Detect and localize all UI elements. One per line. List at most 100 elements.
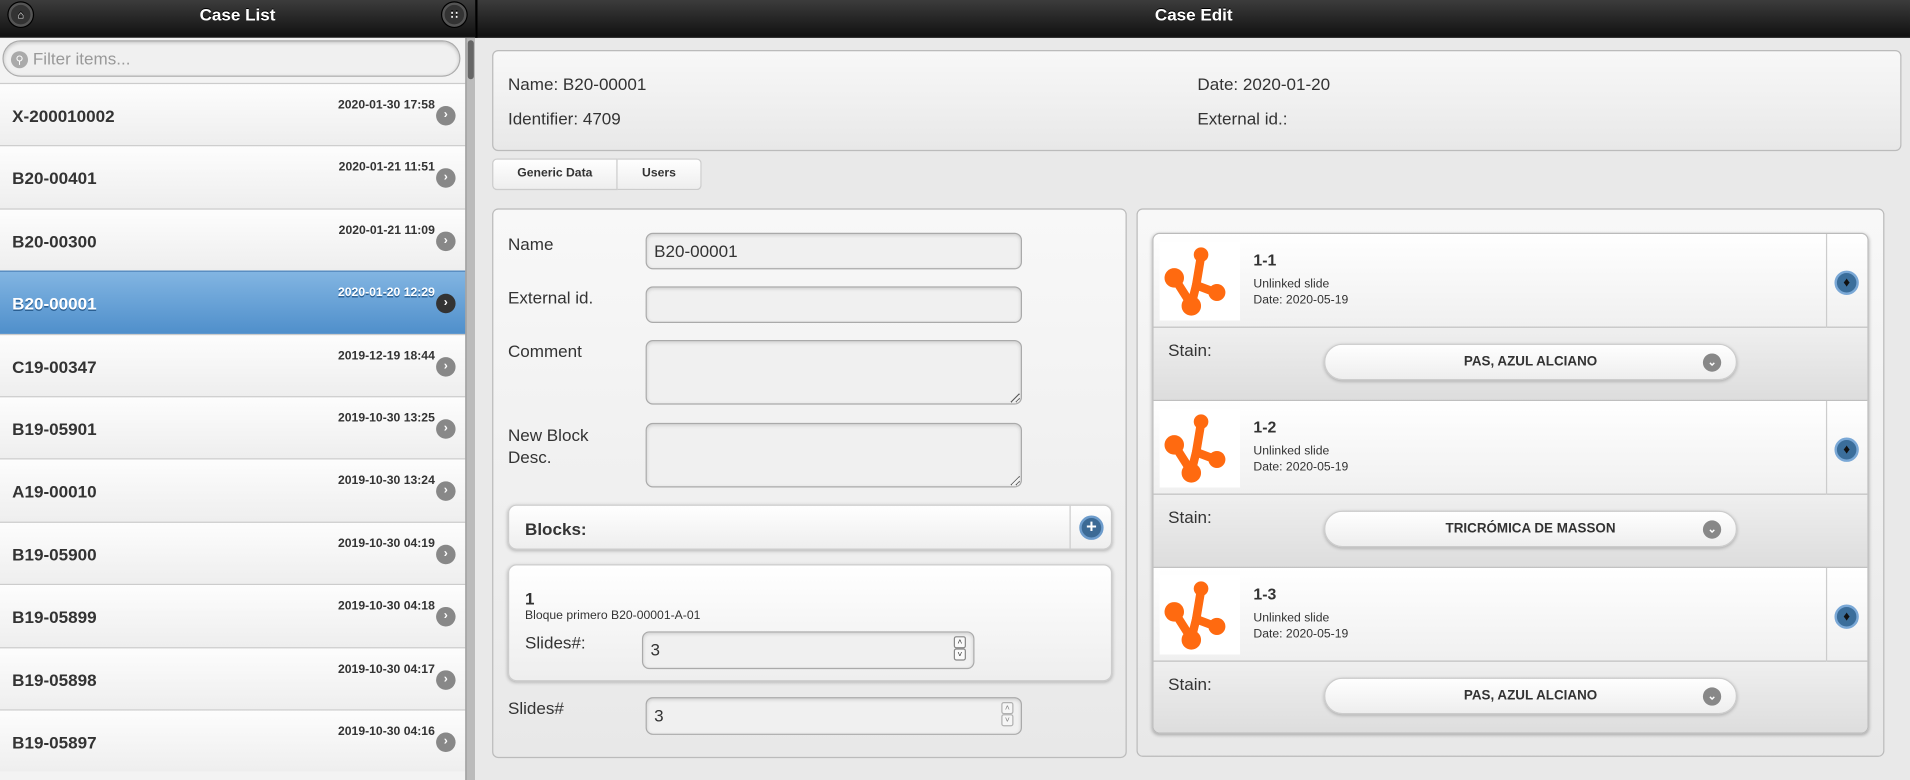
stain-row: Stain: PAS, AZUL ALCIANO ⌄ xyxy=(1153,661,1868,733)
case-date: 2020-01-30 17:58 xyxy=(338,98,435,113)
case-list-item[interactable]: C19-00347 2019-12-19 18:44 › xyxy=(0,333,466,397)
stain-select[interactable]: TRICRÓMICA DE MASSON ⌄ xyxy=(1324,510,1738,548)
filter-input[interactable] xyxy=(32,46,448,71)
case-list-panel: ⚲ X-200010002 2020-01-30 17:58 ›B20-0040… xyxy=(0,37,476,780)
info-name: Name: B20-00001 xyxy=(507,74,647,94)
case-date: 2019-10-30 04:16 xyxy=(338,725,435,739)
grid-icon: ∷ xyxy=(450,8,458,21)
slide-title: 1-3 xyxy=(1253,585,1277,604)
external-id-input[interactable] xyxy=(645,286,1022,323)
chevron-right-icon: › xyxy=(436,168,456,189)
case-name: B19-05899 xyxy=(12,607,97,627)
stain-label: Stain: xyxy=(1168,673,1212,694)
slide-item[interactable]: 1-3 Unlinked slide Date: 2020-05-19 ♦ xyxy=(1153,567,1868,662)
slides-input[interactable]: 3 ˄ ˅ xyxy=(645,697,1022,735)
home-button[interactable]: ⌂ xyxy=(8,2,33,27)
tag-icon: ♦ xyxy=(1843,275,1851,291)
case-list-item[interactable]: B19-05901 2019-10-30 13:25 › xyxy=(0,396,466,459)
slide-logo-icon xyxy=(1159,241,1241,321)
case-info-box: Name: B20-00001 Date: 2020-01-20 Identif… xyxy=(492,49,1902,152)
external-id-label: External id. xyxy=(507,287,594,308)
info-date: Date: 2020-01-20 xyxy=(1197,74,1331,94)
case-list-item[interactable]: X-200010002 2020-01-30 17:58 › xyxy=(0,82,466,146)
slide-logo-icon xyxy=(1159,575,1241,655)
tag-icon: ♦ xyxy=(1843,442,1851,458)
case-list-item[interactable]: A19-00010 2019-10-30 13:24 › xyxy=(0,458,466,522)
tag-button[interactable]: ♦ xyxy=(1834,437,1859,462)
stain-value: TRICRÓMICA DE MASSON xyxy=(1445,521,1616,537)
step-down-icon[interactable]: ˅ xyxy=(1001,714,1014,727)
case-name: C19-00347 xyxy=(12,356,97,377)
slide-item[interactable]: 1-2 Unlinked slide Date: 2020-05-19 ♦ xyxy=(1153,400,1868,495)
slide-logo-icon xyxy=(1159,408,1241,488)
case-list-title: Case List xyxy=(199,4,276,25)
case-name: B20-00001 xyxy=(12,293,97,314)
new-block-desc-textarea[interactable] xyxy=(645,422,1022,488)
stepper[interactable]: ˄ ˅ xyxy=(953,636,966,662)
case-list-item[interactable]: B20-00401 2020-01-21 11:51 › xyxy=(0,145,466,209)
slide-title: 1-1 xyxy=(1253,251,1277,270)
add-block-button[interactable]: + xyxy=(1079,515,1104,540)
chevron-down-icon: ⌄ xyxy=(1702,353,1722,372)
tab-users[interactable]: Users xyxy=(617,158,702,191)
stepper[interactable]: ˄ ˅ xyxy=(1001,702,1014,728)
case-list-item[interactable]: B19-05898 2019-10-30 04:17 › xyxy=(0,646,466,710)
block-slides-input[interactable]: 3 ˄ ˅ xyxy=(641,631,975,670)
case-list-item[interactable]: B19-05900 2019-10-30 04:19 › xyxy=(0,521,466,584)
blocks-label: Blocks: xyxy=(525,519,587,539)
generic-data-form: Name External id. Comment New Block Desc… xyxy=(492,208,1127,759)
chevron-right-icon: › xyxy=(436,481,456,502)
chevron-down-icon: ⌄ xyxy=(1702,687,1722,706)
slide-status: Unlinked slide xyxy=(1253,277,1330,292)
step-down-icon[interactable]: ˅ xyxy=(953,648,966,661)
filter-box: ⚲ xyxy=(2,40,461,77)
slide-title: 1-2 xyxy=(1253,418,1277,437)
chevron-right-icon: › xyxy=(436,231,456,251)
case-list-item[interactable]: B20-00300 2020-01-21 11:09 › xyxy=(0,208,466,271)
slide-item[interactable]: 1-1 Unlinked slide Date: 2020-05-19 ♦ xyxy=(1153,234,1868,328)
plus-icon: + xyxy=(1086,516,1097,538)
info-identifier: Identifier: 4709 xyxy=(507,108,621,128)
tab-generic-data[interactable]: Generic Data xyxy=(492,158,618,191)
chevron-right-icon: › xyxy=(436,544,456,564)
case-name: B20-00300 xyxy=(12,231,97,251)
blocks-header: Blocks: + xyxy=(507,504,1113,550)
stain-row: Stain: PAS, AZUL ALCIANO ⌄ xyxy=(1153,327,1868,401)
case-list-header: ⌂ Case List ∷ xyxy=(0,0,476,38)
chevron-right-icon: › xyxy=(436,419,456,439)
case-list-item[interactable]: B19-05899 2019-10-30 04:18 › xyxy=(0,583,466,647)
tag-button[interactable]: ♦ xyxy=(1834,604,1859,629)
case-date: 2019-10-30 13:24 xyxy=(338,474,435,488)
chevron-down-icon: ⌄ xyxy=(1702,520,1722,539)
case-name: B19-05898 xyxy=(12,669,97,690)
case-list-item[interactable]: B19-05897 2019-10-30 04:16 › xyxy=(0,709,466,772)
case-date: 2019-12-19 18:44 xyxy=(338,349,435,363)
scrollbar[interactable] xyxy=(465,37,476,780)
stain-select[interactable]: PAS, AZUL ALCIANO ⌄ xyxy=(1324,343,1738,381)
info-external-id: External id.: xyxy=(1197,108,1288,128)
case-date: 2019-10-30 04:18 xyxy=(338,599,435,614)
comment-textarea[interactable] xyxy=(645,340,1022,405)
slide-status: Unlinked slide xyxy=(1253,611,1330,626)
block-number: 1 xyxy=(525,588,535,609)
case-name: B19-05897 xyxy=(12,732,97,752)
name-label: Name xyxy=(507,234,554,254)
case-date: 2019-10-30 13:25 xyxy=(338,411,435,426)
grid-menu-button[interactable]: ∷ xyxy=(442,2,467,27)
slides-value: 3 xyxy=(654,705,664,726)
slide-date: Date: 2020-05-19 xyxy=(1253,293,1349,308)
stain-label: Stain: xyxy=(1168,340,1212,360)
step-up-icon[interactable]: ˄ xyxy=(953,636,966,649)
scrollbar-thumb[interactable] xyxy=(467,40,474,80)
chevron-right-icon: › xyxy=(436,293,456,314)
step-up-icon[interactable]: ˄ xyxy=(1001,702,1014,715)
case-date: 2019-10-30 04:19 xyxy=(338,537,435,551)
case-list-item[interactable]: B20-00001 2020-01-20 12:29 › xyxy=(0,270,466,334)
tag-button[interactable]: ♦ xyxy=(1834,270,1859,295)
chevron-right-icon: › xyxy=(436,607,456,627)
new-block-desc-label: New Block Desc. xyxy=(507,425,589,467)
case-name: A19-00010 xyxy=(12,481,97,502)
name-input[interactable] xyxy=(645,232,1022,270)
block-item[interactable]: 1 Bloque primero B20-00001-A-01 Slides#:… xyxy=(507,564,1113,682)
stain-select[interactable]: PAS, AZUL ALCIANO ⌄ xyxy=(1324,677,1738,715)
